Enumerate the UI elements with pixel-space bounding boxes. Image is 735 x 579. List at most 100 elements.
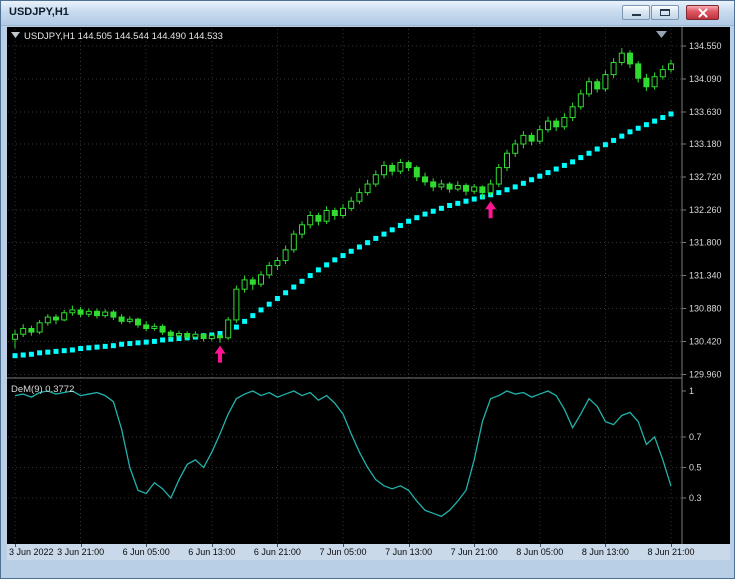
candle-body <box>594 81 601 90</box>
trend-dot <box>119 341 125 347</box>
close-icon <box>687 6 718 19</box>
maximize-icon <box>660 9 670 16</box>
candle-body <box>479 186 486 194</box>
trend-dot <box>447 202 453 208</box>
trend-dot <box>283 290 289 296</box>
trend-dot <box>520 180 526 186</box>
candle-body <box>520 134 527 145</box>
candle-body <box>454 184 461 190</box>
time-axis: 3 Jun 2022 3 Jun 21:00 6 Jun 05:00 6 Jun 13… <box>7 544 730 560</box>
trend-dot <box>20 352 26 358</box>
trend-dot <box>28 351 34 357</box>
candle-body <box>422 176 428 183</box>
dem-scale-label: 0.3 <box>689 493 702 503</box>
trend-dot <box>586 150 592 156</box>
trend-dot <box>570 159 576 165</box>
candle-body <box>381 164 387 176</box>
candle-body <box>618 52 625 63</box>
close-button[interactable] <box>686 5 719 20</box>
candle-body <box>225 319 232 339</box>
minimize-button[interactable] <box>622 5 650 20</box>
candle-body <box>586 81 592 95</box>
minimize-icon <box>632 14 641 16</box>
price-scale-label: 132.720 <box>689 172 722 182</box>
price-scale-label: 134.090 <box>689 74 722 84</box>
candle-body <box>274 260 281 267</box>
trend-dot <box>356 244 362 250</box>
candle-body <box>315 215 322 222</box>
time-axis-label: 8 Jun 13:00 <box>581 547 629 557</box>
trend-dot <box>365 240 371 246</box>
trend-dot <box>389 227 395 233</box>
candle-body <box>85 310 92 315</box>
trend-dot <box>307 273 313 279</box>
candle-body <box>602 74 609 90</box>
candle-body <box>446 183 453 190</box>
trend-dot <box>561 162 567 168</box>
time-axis-label: 8 Jun 21:00 <box>647 547 695 557</box>
time-axis-label: 7 Jun 13:00 <box>385 547 433 557</box>
candle-body <box>487 183 494 194</box>
chart-menu-triangle-icon[interactable] <box>11 32 20 38</box>
trend-dot <box>127 341 133 347</box>
candle-body <box>28 328 35 333</box>
trend-dot <box>61 348 67 354</box>
trend-dot <box>471 196 477 202</box>
candle-body <box>258 274 264 285</box>
price-scale-label: 130.420 <box>689 336 722 346</box>
trend-dot <box>143 339 149 345</box>
trend-dot <box>512 184 518 190</box>
candle-body <box>413 167 420 178</box>
window-titlebar[interactable]: USDJPY,H1 <box>1 1 734 26</box>
price-scale-label: 129.960 <box>689 369 722 379</box>
trend-dot <box>381 231 387 237</box>
trend-dot <box>266 301 272 307</box>
price-scale-label: 133.630 <box>689 107 722 117</box>
maximize-button[interactable] <box>651 5 679 20</box>
candle-body <box>668 63 674 71</box>
candle-body <box>307 215 314 226</box>
buy-signal-arrow <box>214 345 226 363</box>
candle-body <box>217 335 223 339</box>
price-scale-label: 134.550 <box>689 41 722 51</box>
trend-dot <box>12 353 18 359</box>
price-scale-label: 131.340 <box>689 271 722 281</box>
chart-canvas[interactable]: 134.550 134.090 133.630 133.180 132.720 132.2… <box>7 27 730 544</box>
candle-body <box>577 93 584 108</box>
trend-dot <box>545 170 551 176</box>
trend-dot <box>332 257 338 263</box>
candle-body <box>126 318 133 322</box>
chart-shift-marker-icon[interactable] <box>656 31 667 38</box>
buy-signal-arrow <box>485 201 497 219</box>
candle-body <box>528 134 535 142</box>
trend-dot <box>348 248 354 254</box>
trend-dot <box>135 340 141 346</box>
candle-body <box>512 143 519 154</box>
trend-dot <box>496 190 502 196</box>
trend-dot <box>529 177 535 183</box>
candle-body <box>118 316 125 322</box>
trend-dot <box>151 338 157 344</box>
time-axis-label: 7 Jun 05:00 <box>319 547 367 557</box>
candle-body <box>331 210 338 217</box>
candle-body <box>323 210 330 222</box>
candle-body <box>77 309 84 315</box>
trend-dot <box>438 205 444 211</box>
candle-body <box>208 335 215 340</box>
trend-dot <box>660 115 666 121</box>
trend-dot <box>69 347 75 353</box>
dem-scale-label: 0.7 <box>689 432 702 442</box>
chart-area[interactable]: 134.550 134.090 133.630 133.180 132.720 132.2… <box>7 27 730 544</box>
candle-body <box>167 331 174 337</box>
dem-indicator-label: DeM(9) 0.3772 <box>11 384 74 395</box>
price-scale-label: 130.880 <box>689 303 722 313</box>
trend-dot <box>340 253 346 259</box>
candle-body <box>159 325 166 333</box>
trend-dot <box>422 211 428 217</box>
dem-scale-label: 0.5 <box>689 462 702 472</box>
candle-body <box>249 279 256 285</box>
candle-body <box>536 129 543 142</box>
trend-dot <box>406 218 412 224</box>
candle-body <box>372 174 379 185</box>
trend-dot <box>250 313 256 319</box>
